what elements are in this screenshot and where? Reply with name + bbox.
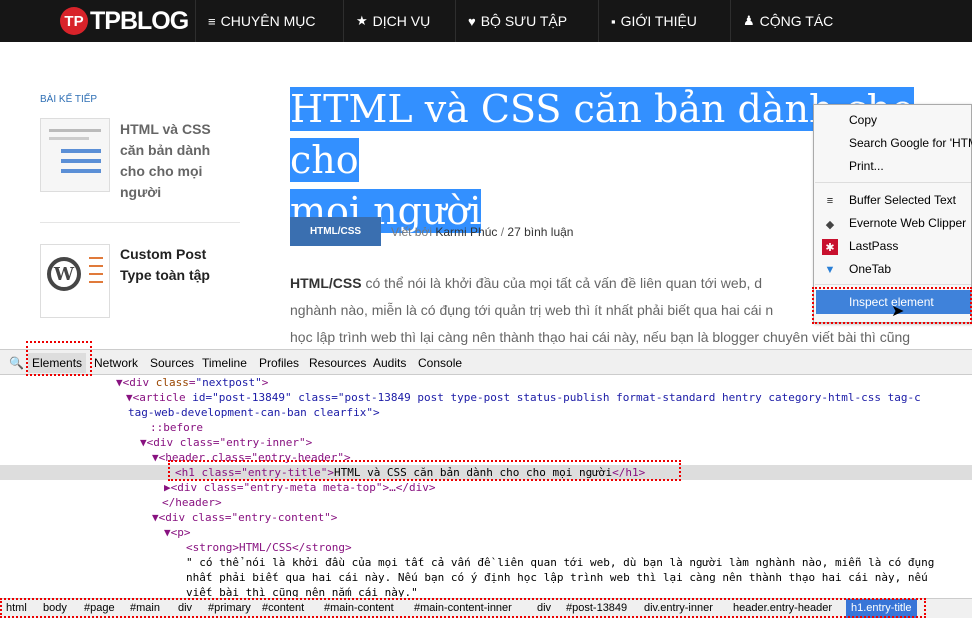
users-icon: ♟ (743, 13, 755, 28)
dom-line[interactable]: ▼<div class="entry-content"> (0, 510, 972, 525)
tab-profiles[interactable]: Profiles (259, 356, 299, 370)
heart-icon: ♥ (468, 13, 476, 29)
menu-item-search-google[interactable]: Search Google for 'HTML (849, 136, 972, 150)
tab-timeline[interactable]: Timeline (202, 356, 247, 370)
dom-line[interactable]: nhất phải biết qua hai cái này. Nếu bạn … (0, 570, 972, 585)
dom-line[interactable]: ▼<div class="entry-inner"> (0, 435, 972, 450)
menu-item-onetab[interactable]: OneTab (849, 262, 891, 276)
next-post-thumbnail[interactable] (40, 118, 110, 192)
nav-label: DỊCH VỤ (372, 13, 431, 29)
category-tag[interactable]: HTML/CSS (290, 217, 381, 246)
menu-separator (815, 284, 971, 285)
dom-line[interactable]: viết bài thì cũng nên nắm cái này." (0, 585, 972, 597)
menu-item-print[interactable]: Print... (849, 159, 884, 173)
nav-label: CỘNG TÁC (759, 13, 834, 29)
logo-mark: TP (60, 7, 88, 35)
top-navbar: TP TPBLOG ≡ CHUYÊN MỤC ★ DỊCH VỤ ♥ BỘ SƯU T… (0, 0, 972, 42)
comments-link[interactable]: 27 bình luận (507, 225, 573, 239)
wordpress-icon: W (47, 257, 81, 291)
logo-text: TPBLOG (90, 6, 189, 35)
next-post-title[interactable]: HTML và CSS căn bản dành cho cho mọi ngư… (120, 119, 211, 203)
tab-console[interactable]: Console (418, 356, 462, 370)
menu-item-lastpass[interactable]: LastPass (849, 239, 898, 253)
tab-audits[interactable]: Audits (373, 356, 406, 370)
devtools-tabbar: 🔍 Elements Network Sources Timeline Prof… (0, 349, 972, 375)
menu-item-evernote[interactable]: Evernote Web Clipper (849, 216, 966, 230)
dom-line[interactable]: <strong>HTML/CSS</strong> (0, 540, 972, 555)
onetab-icon: ▼ (824, 264, 836, 276)
dom-tree: ▼<div class="nextpost"> ▼<article id="po… (0, 375, 972, 597)
nav-label: GIỚI THIỆU (620, 13, 697, 29)
search-icon[interactable]: 🔍 (9, 356, 24, 370)
inspect-highlight-box (812, 287, 972, 324)
nav-item-cong-tac[interactable]: ♟ CỘNG TÁC (730, 0, 833, 42)
nav-item-chuyen-muc[interactable]: ≡ CHUYÊN MỤC (195, 0, 315, 42)
site-logo[interactable]: TP TPBLOG (60, 6, 189, 36)
dom-line[interactable]: </header> (0, 495, 972, 510)
menu-item-buffer[interactable]: Buffer Selected Text (849, 193, 956, 207)
nav-item-gioi-thieu[interactable]: ▪ GIỚI THIỆU (598, 0, 697, 42)
dom-line[interactable]: tag-web-development-can-ban clearfix"> (0, 405, 972, 420)
dom-line[interactable]: ::before (0, 420, 972, 435)
nav-label: BỘ SƯU TẬP (480, 13, 568, 29)
evernote-icon: ◆ (825, 218, 835, 231)
tab-resources[interactable]: Resources (309, 356, 366, 370)
h1-line-highlight-box (168, 460, 681, 481)
tab-network[interactable]: Network (94, 356, 138, 370)
dom-line[interactable]: ▼<p> (0, 525, 972, 540)
next-post-label: BÀI KẾ TIẾP (40, 94, 98, 105)
coffee-icon: ▪ (611, 13, 616, 29)
star-icon: ★ (356, 13, 368, 28)
nav-item-dich-vu[interactable]: ★ DỊCH VỤ (343, 0, 430, 42)
menu-item-copy[interactable]: Copy (849, 113, 877, 127)
wordpress-thumbnail[interactable]: W (40, 244, 110, 318)
nav-item-bo-suu-tap[interactable]: ♥ BỘ SƯU TẬP (455, 0, 567, 42)
author-link[interactable]: Karmi Phúc (435, 225, 497, 239)
tab-sources[interactable]: Sources (150, 356, 194, 370)
nav-label: CHUYÊN MỤC (220, 13, 316, 29)
dom-line[interactable]: ▼<div class="nextpost"> (0, 375, 972, 390)
breadcrumb-highlight-box (0, 598, 926, 618)
dom-line[interactable]: ▼<article id="post-13849" class="post-13… (0, 390, 972, 405)
dom-line[interactable]: ▶<div class="entry-meta meta-top">…</div… (0, 480, 972, 495)
custom-post-title[interactable]: Custom Post Type toàn tập (120, 244, 210, 286)
buffer-icon: ≡ (826, 195, 834, 207)
sidebar-divider (40, 222, 240, 223)
menu-separator (815, 182, 971, 183)
menu-icon: ≡ (208, 13, 216, 29)
post-meta: Viết bởi Karmi Phúc / 27 bình luận (391, 225, 574, 239)
elements-tab-highlight-box (26, 341, 92, 376)
lastpass-icon: ✱ (822, 239, 838, 255)
dom-line[interactable]: " có thể nói là khởi đầu của mọi tất cả … (0, 555, 972, 570)
